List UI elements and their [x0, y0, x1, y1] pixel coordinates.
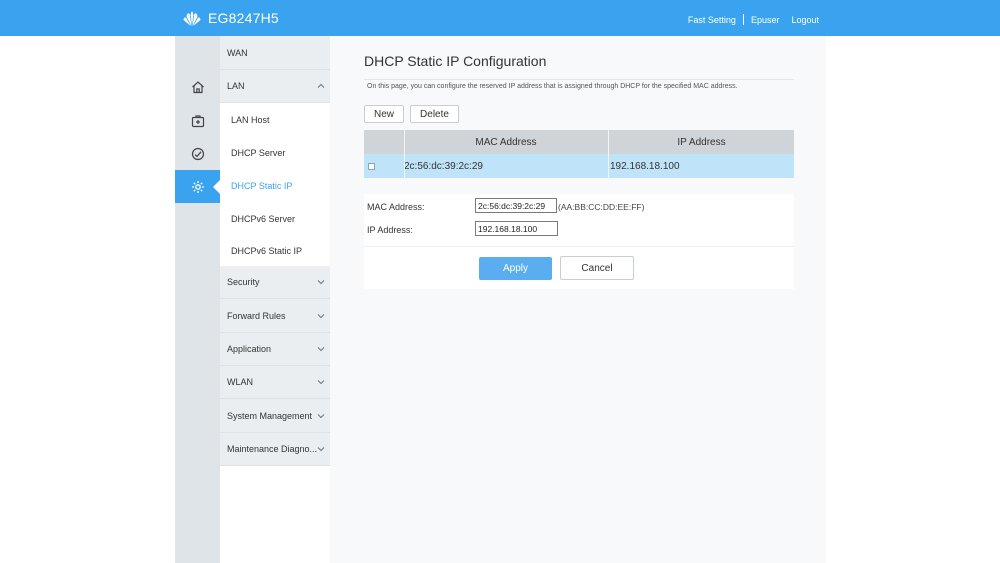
submenu-item-label: DHCPv6 Static IP	[231, 245, 303, 256]
menu-item-label: Forward Rules	[227, 310, 286, 321]
submenu-item-label: DHCP Server	[231, 147, 286, 158]
menu-item-lan[interactable]: LAN	[220, 70, 330, 103]
brand: EG8247H5	[180, 9, 279, 27]
advanced-settings-nav-button[interactable]	[175, 170, 220, 203]
divider	[742, 14, 744, 25]
chevron-up-icon	[317, 83, 325, 88]
menu-item-wlan[interactable]: WLAN	[220, 366, 330, 399]
main-content: DHCP Static IP Configuration On this pag…	[330, 36, 826, 563]
submenu-item-label: LAN Host	[231, 114, 270, 125]
ip-address-cell: 192.168.18.100	[610, 160, 680, 172]
submenu-item-dhcpv6-server[interactable]: DHCPv6 Server	[220, 202, 330, 235]
table-row[interactable]: 2c:56:dc:39:2c:29 192.168.18.100	[364, 154, 794, 178]
mac-address-column-header: MAC Address	[475, 136, 537, 148]
form-divider	[364, 246, 794, 247]
header-links: Fast Setting Epuser Logout	[688, 14, 819, 25]
mac-format-hint: (AA:BB:CC:DD:EE:FF)	[558, 202, 645, 212]
top-bar: EG8247H5 Fast Setting Epuser Logout	[0, 0, 1000, 36]
delete-button[interactable]: Delete	[410, 105, 459, 123]
menu-item-label: Security	[227, 277, 260, 287]
new-button[interactable]: New	[364, 105, 404, 123]
menu-item-security[interactable]: Security	[220, 266, 330, 299]
gear-icon	[191, 180, 204, 193]
menu-item-application[interactable]: Application	[220, 333, 330, 366]
menu-item-label: Maintenance Diagno...	[227, 444, 318, 454]
home-icon	[191, 80, 204, 93]
menu-item-label: WLAN	[227, 377, 254, 387]
status-check-icon	[191, 147, 204, 160]
menu-item-forward-rules[interactable]: Forward Rules	[220, 299, 330, 333]
page-description: On this page, you can configure the rese…	[367, 83, 738, 90]
menu-item-label: System Management	[227, 410, 313, 421]
cancel-button[interactable]: Cancel	[560, 256, 634, 280]
mac-address-label: MAC Address:	[367, 202, 425, 212]
chevron-down-icon	[317, 347, 325, 352]
chevron-down-icon	[317, 313, 325, 318]
product-name: EG8247H5	[208, 10, 279, 26]
status-nav-button[interactable]	[175, 137, 220, 170]
column-divider	[608, 130, 609, 178]
chevron-down-icon	[317, 280, 325, 285]
chevron-down-icon	[317, 447, 325, 452]
row-select-cell	[364, 154, 404, 178]
maintenance-nav-button[interactable]	[175, 104, 220, 137]
ip-address-label: IP Address:	[367, 225, 413, 235]
menu-item-maintenance-diagnosis[interactable]: Maintenance Diagno...	[220, 433, 330, 466]
menu-item-label: LAN	[227, 81, 245, 91]
title-divider	[364, 79, 794, 80]
submenu-item-dhcp-server[interactable]: DHCP Server	[220, 136, 330, 169]
user-link[interactable]: Epuser	[751, 15, 780, 25]
logout-link[interactable]: Logout	[791, 15, 819, 25]
mac-address-input[interactable]	[475, 198, 557, 213]
submenu-item-label: DHCPv6 Server	[231, 213, 296, 224]
menu-item-label: WAN	[227, 47, 248, 58]
home-nav-button[interactable]	[175, 70, 220, 103]
submenu-item-dhcpv6-static-ip[interactable]: DHCPv6 Static IP	[220, 235, 330, 266]
menu-item-label: Application	[227, 344, 272, 354]
submenu-item-label: DHCP Static IP	[231, 180, 293, 191]
menu-item-wan[interactable]: WAN	[220, 36, 330, 70]
mac-address-cell: 2c:56:dc:39:2c:29	[404, 160, 483, 172]
apply-button[interactable]: Apply	[479, 257, 552, 280]
edit-form: MAC Address: (AA:BB:CC:DD:EE:FF) IP Addr…	[364, 194, 794, 289]
submenu-item-dhcp-static-ip[interactable]: DHCP Static IP	[220, 169, 330, 202]
fast-setting-link[interactable]: Fast Setting	[688, 15, 736, 25]
ip-address-column-header: IP Address	[677, 136, 726, 148]
row-checkbox[interactable]	[368, 162, 375, 170]
table-header: MAC Address IP Address	[364, 130, 794, 154]
icon-sidebar	[175, 36, 220, 563]
huawei-logo-icon	[183, 11, 201, 26]
column-divider	[404, 130, 405, 178]
submenu-item-lan-host[interactable]: LAN Host	[220, 103, 330, 136]
chevron-down-icon	[317, 380, 325, 385]
menu-item-system-management[interactable]: System Management	[220, 399, 330, 433]
settings-menu: WAN LAN LAN Host DHCP Server DHCP Static…	[220, 36, 330, 563]
ip-address-input[interactable]	[475, 221, 558, 236]
page-title: DHCP Static IP Configuration	[364, 53, 547, 69]
chevron-down-icon	[317, 413, 325, 418]
medical-kit-icon	[191, 114, 204, 127]
